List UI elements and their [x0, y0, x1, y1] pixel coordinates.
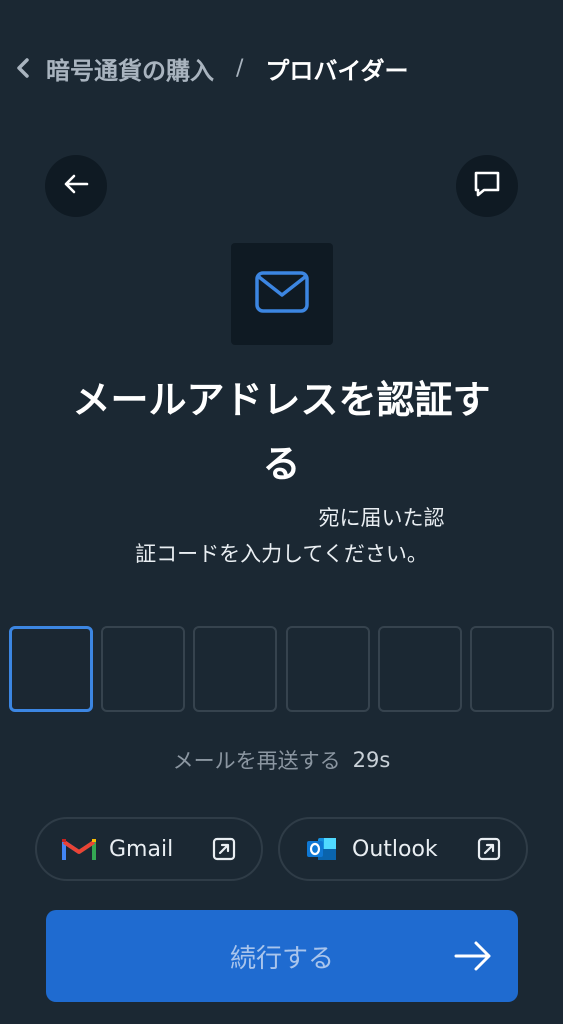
outlook-logo-icon — [304, 834, 340, 864]
arrow-left-icon — [63, 173, 89, 199]
open-gmail-button[interactable]: Gmail — [35, 817, 263, 881]
subtitle-line-1: 宛に届いた認 — [318, 506, 445, 530]
continue-label: 続行する — [229, 943, 334, 974]
gmail-label: Gmail — [109, 836, 174, 862]
outlook-label: Outlook — [352, 836, 438, 862]
resend-link[interactable]: メールを再送する — [173, 745, 341, 775]
gmail-logo-icon — [61, 834, 97, 864]
chat-bubble-icon — [472, 169, 502, 203]
chat-button[interactable] — [456, 155, 518, 217]
title-line-1: メールアドレスを認証す — [72, 378, 491, 422]
chevron-left-icon[interactable] — [10, 48, 36, 88]
otp-box-5[interactable] — [377, 626, 462, 712]
envelope-icon — [254, 270, 310, 318]
breadcrumb: 暗号通貨の購入 / プロバイダー — [0, 42, 563, 94]
external-link-icon — [211, 836, 237, 862]
breadcrumb-separator: / — [236, 55, 244, 81]
arrow-right-icon — [454, 938, 492, 974]
continue-button[interactable]: 続行する — [46, 910, 518, 1002]
external-link-icon — [476, 836, 502, 862]
subtitle-line-2: 証コードを入力してください。 — [135, 542, 428, 566]
title-line-2: る — [262, 442, 301, 486]
open-outlook-button[interactable]: Outlook — [278, 817, 528, 881]
otp-box-2[interactable] — [101, 626, 186, 712]
resend-row: メールを再送する 29s — [0, 740, 563, 780]
otp-box-4[interactable] — [285, 626, 370, 712]
mail-tile — [231, 243, 333, 345]
subtitle: 宛に届いた認 証コードを入力してください。 — [40, 500, 523, 572]
otp-input-row — [9, 626, 554, 712]
resend-timer: 29s — [352, 748, 391, 772]
page-title: メールアドレスを認証す る — [40, 368, 523, 496]
otp-box-6[interactable] — [469, 626, 554, 712]
breadcrumb-parent[interactable]: 暗号通貨の購入 — [46, 51, 214, 86]
otp-box-1[interactable] — [9, 626, 93, 712]
otp-box-3[interactable] — [193, 626, 278, 712]
breadcrumb-current: プロバイダー — [265, 56, 409, 85]
back-button[interactable] — [45, 155, 107, 217]
